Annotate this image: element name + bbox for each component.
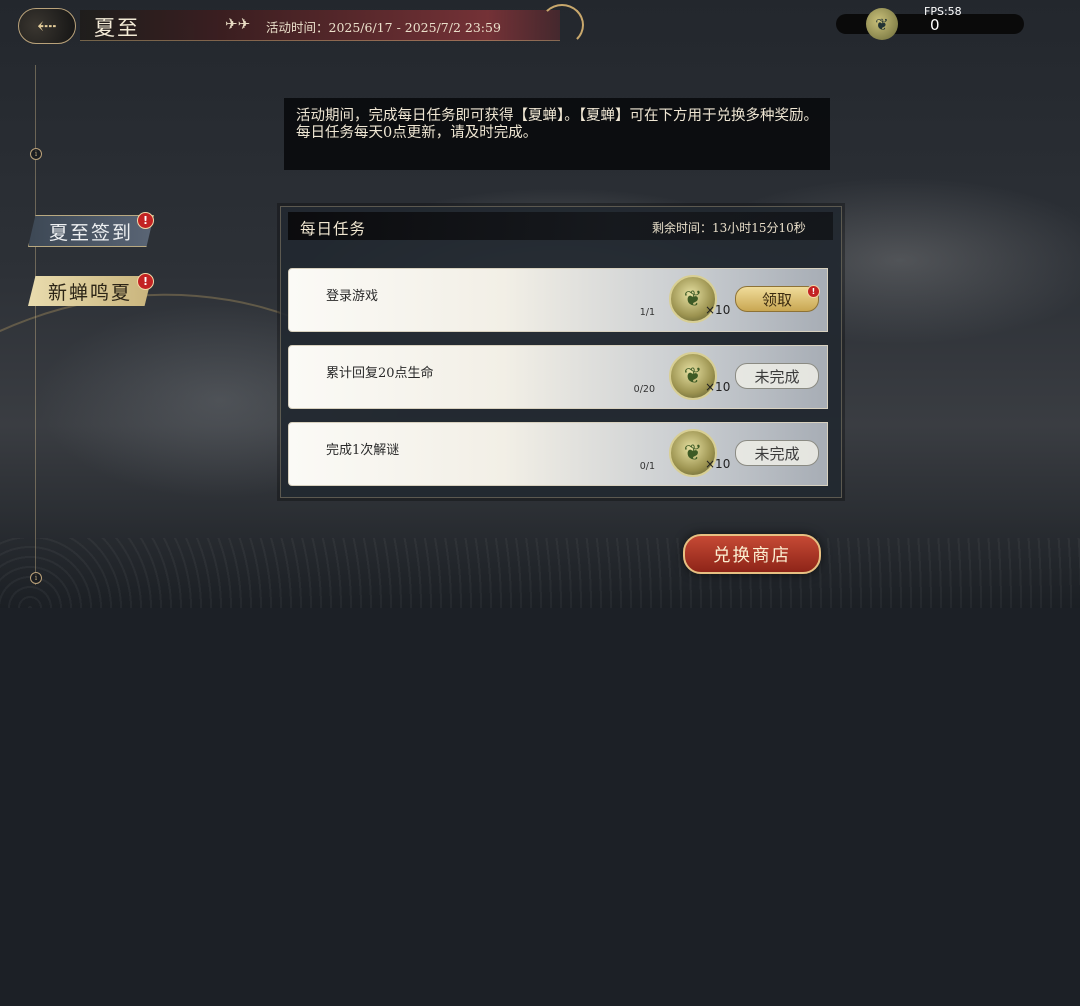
nav-line [35,65,36,585]
alert-badge-icon: ! [137,273,154,290]
task-row: 登录游戏 1/1 ❦ ×10 领取 ! [288,268,828,332]
nav-dot: i [30,148,42,160]
wave-pattern [0,538,1080,608]
double-arrow-icon: ✈✈ [225,15,251,33]
nav-dot: i [30,572,42,584]
incomplete-button[interactable]: 未完成 [735,440,819,466]
alert-badge-icon: ! [137,212,154,229]
sidebar-item-cicada-summer[interactable]: 新蝉鸣夏 [28,276,152,306]
task-progress: 0/20 [633,384,655,395]
task-row: 完成1次解谜 0/1 ❦ ×10 未完成 [288,422,828,486]
sidebar-item-summer-signin[interactable]: 夏至签到 [28,215,154,247]
task-progress: 1/1 [639,307,655,318]
exchange-shop-button[interactable]: 兑换商店 [683,534,821,574]
event-description: 活动期间，完成每日任务即可获得【夏蝉】。【夏蝉】可在下方用于兑换多种奖励。 每日… [284,98,830,170]
curl-ornament [540,4,584,46]
task-progress: 0/1 [639,461,655,472]
reward-quantity: ×10 [705,303,731,317]
cicada-token-icon: ❦ [866,8,898,40]
back-arrow-icon: ⇠ [36,12,58,40]
description-line: 活动期间，完成每日任务即可获得【夏蝉】。【夏蝉】可在下方用于兑换多种奖励。 [296,108,818,124]
reward-quantity: ×10 [705,457,731,471]
event-time: 活动时间：2025/6/17 - 2025/7/2 23:59 [266,20,501,35]
incomplete-button[interactable]: 未完成 [735,363,819,389]
task-name: 完成1次解谜 [326,443,400,458]
sidebar-item-label: 新蝉鸣夏 [47,281,132,304]
currency-value: 0 [930,16,940,34]
remaining-time: 剩余时间：13小时15分10秒 [652,221,806,235]
sidebar-item-label: 夏至签到 [48,221,133,244]
task-name: 累计回复20点生命 [326,366,434,381]
page-title: 夏至 [94,16,140,40]
task-row: 累计回复20点生命 0/20 ❦ ×10 未完成 [288,345,828,409]
reward-quantity: ×10 [705,380,731,394]
task-name: 登录游戏 [326,289,379,304]
panel-title: 每日任务 [300,220,367,238]
description-line: 每日任务每天0点更新，请及时完成。 [296,125,538,141]
back-button[interactable]: ⇠ [18,8,76,44]
alert-badge-icon: ! [807,285,820,298]
